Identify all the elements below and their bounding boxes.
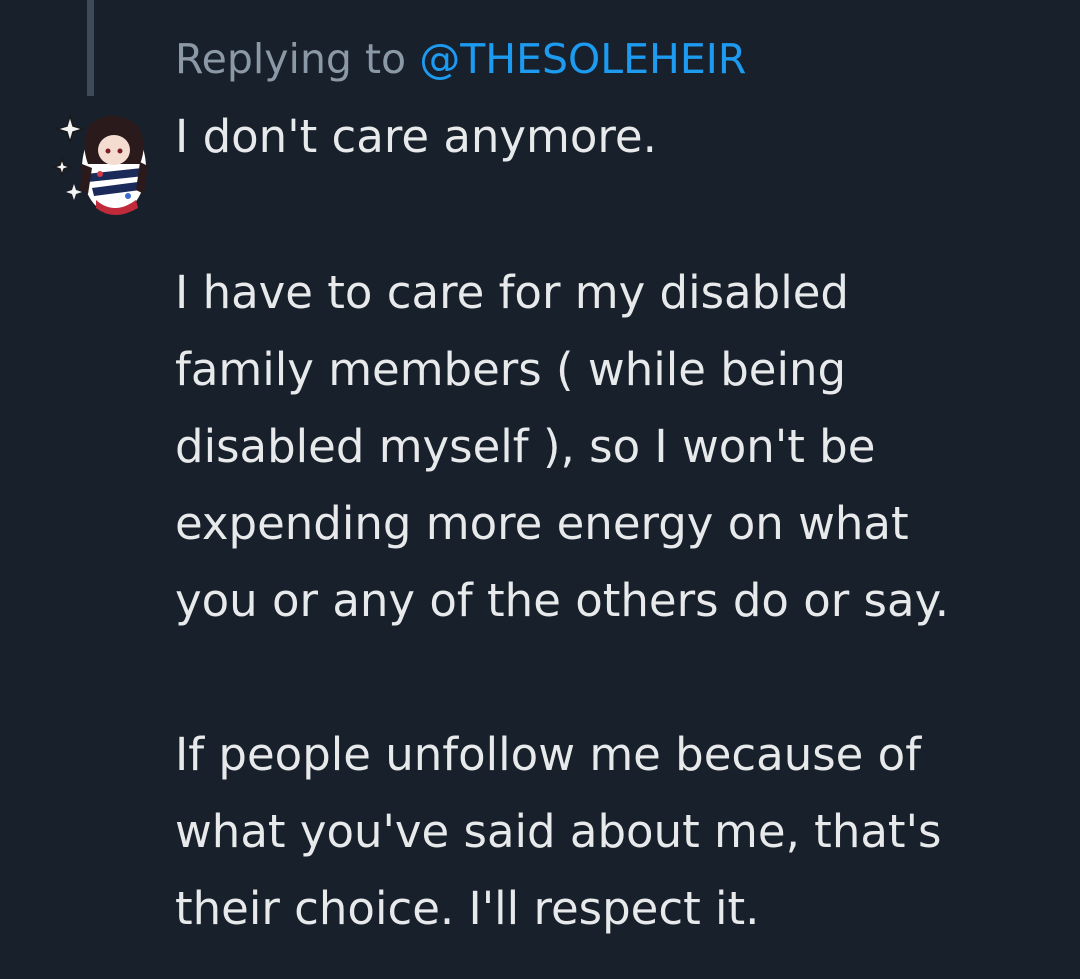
tweet-line: I don't care anymore. bbox=[175, 110, 657, 163]
tweet-line: I have to care for my disabled bbox=[175, 266, 849, 319]
tweet-line: you or any of the others do or say. bbox=[175, 574, 950, 627]
tweet-line: what you've said about me, that's bbox=[175, 805, 942, 858]
tweet-line: expending more energy on what bbox=[175, 497, 909, 550]
reply-handle-link[interactable]: @THESOLEHEIR bbox=[419, 35, 746, 83]
tweet-line: If people unfollow me because of bbox=[175, 728, 922, 781]
tweet-line: disabled myself ), so I won't be bbox=[175, 420, 876, 473]
tweet-line: their choice. I'll respect it. bbox=[175, 882, 760, 935]
thread-connector-line bbox=[87, 0, 94, 96]
tweet-line: family members ( while being bbox=[175, 343, 847, 396]
user-avatar[interactable] bbox=[52, 104, 150, 219]
replying-to-prefix: Replying to bbox=[175, 35, 407, 83]
replying-to-label: Replying to @THESOLEHEIR bbox=[175, 30, 746, 88]
